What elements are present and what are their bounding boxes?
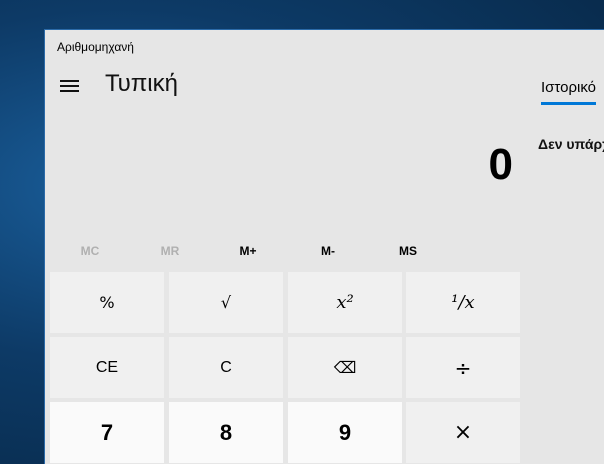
- percent-button[interactable]: %: [50, 272, 164, 333]
- calculator-mode-title: Τυπική: [105, 70, 178, 97]
- memory-clear-button[interactable]: MC: [50, 239, 130, 263]
- digit-7-label: 7: [100, 419, 114, 445]
- memory-store-button[interactable]: MS: [368, 239, 448, 263]
- memory-subtract-button[interactable]: M-: [288, 239, 368, 263]
- calculator-window: Αριθμομηχανή Τυπική 0 Ιστορικό Δεν υπάρχ…: [44, 29, 604, 464]
- backspace-icon: ⌫: [333, 358, 357, 377]
- memory-add-button[interactable]: M+: [208, 239, 288, 263]
- tab-history[interactable]: Ιστορικό: [541, 79, 597, 105]
- digit-8-button[interactable]: 8: [169, 402, 283, 463]
- app-title: Αριθμομηχανή: [57, 40, 134, 54]
- digit-7-button[interactable]: 7: [50, 402, 164, 463]
- square-root-label: √: [220, 293, 232, 312]
- reciprocal-button[interactable]: ¹/x: [406, 272, 520, 333]
- memory-recall-button[interactable]: MR: [130, 239, 210, 263]
- title-bar[interactable]: Αριθμομηχανή: [45, 30, 604, 62]
- digit-9-button[interactable]: 9: [288, 402, 402, 463]
- square-root-button[interactable]: √: [169, 272, 283, 333]
- result-display: 0: [488, 140, 513, 189]
- divide-button[interactable]: ÷: [406, 337, 520, 398]
- multiply-button[interactable]: ×: [406, 402, 520, 463]
- clear-entry-label: CE: [95, 358, 119, 376]
- memory-row: MC MR M+ M- MS: [50, 239, 525, 263]
- multiply-icon: ×: [453, 420, 473, 445]
- backspace-button[interactable]: ⌫: [288, 337, 402, 398]
- square-button[interactable]: x²: [288, 272, 402, 333]
- clear-label: C: [220, 358, 232, 376]
- percent-label: %: [99, 293, 115, 312]
- hamburger-menu-icon[interactable]: [57, 74, 81, 98]
- digit-8-label: 8: [219, 419, 233, 445]
- history-empty-message: Δεν υπάρχ: [538, 136, 604, 152]
- clear-button[interactable]: C: [169, 337, 283, 398]
- square-label: x²: [336, 292, 354, 313]
- divide-icon: ÷: [454, 355, 472, 380]
- digit-9-label: 9: [338, 419, 352, 445]
- clear-entry-button[interactable]: CE: [50, 337, 164, 398]
- reciprocal-label: ¹/x: [451, 292, 475, 313]
